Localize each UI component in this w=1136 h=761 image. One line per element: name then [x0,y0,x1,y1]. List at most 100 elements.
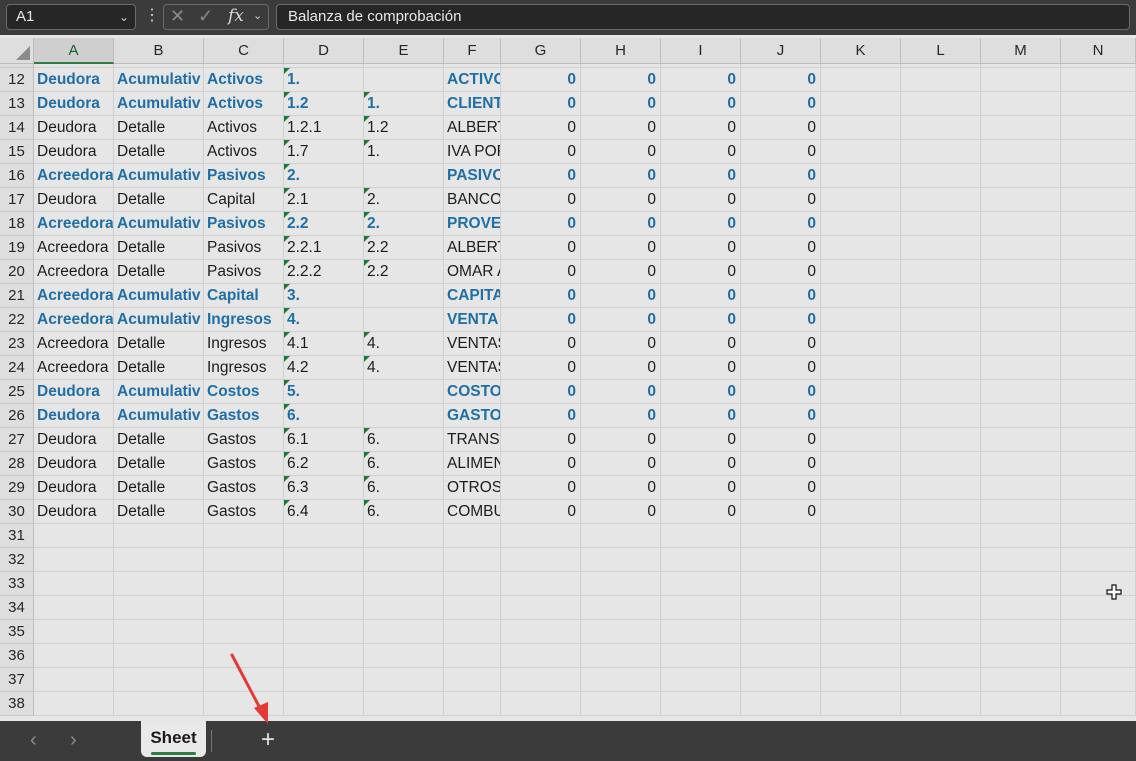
cell-g27[interactable]: 0 [501,428,581,452]
cell-e15[interactable]: 1. [364,140,444,164]
cell-k15[interactable] [821,140,901,164]
cell-n28[interactable] [1061,452,1136,476]
cell-d36[interactable] [284,644,364,668]
cell-k18[interactable] [821,212,901,236]
cell-f34[interactable] [444,596,501,620]
chevron-right-icon[interactable]: › [70,729,77,752]
cell-d21[interactable]: 3. [284,284,364,308]
cell-a30[interactable]: Deudora [34,500,114,524]
cell-f31[interactable] [444,524,501,548]
cell-e35[interactable] [364,620,444,644]
cell-h24[interactable]: 0 [581,356,661,380]
cell-d27[interactable]: 6.1 [284,428,364,452]
cell-n25[interactable] [1061,380,1136,404]
cell-k37[interactable] [821,668,901,692]
cell-f32[interactable] [444,548,501,572]
cell-g34[interactable] [501,596,581,620]
cell-j23[interactable]: 0 [741,332,821,356]
cell-a15[interactable]: Deudora [34,140,114,164]
cell-l14[interactable] [901,116,981,140]
cell-c33[interactable] [204,572,284,596]
cell-b12[interactable]: Acumulativ [114,68,204,92]
cell-l32[interactable] [901,548,981,572]
cell-m21[interactable] [981,284,1061,308]
cell-b24[interactable]: Detalle [114,356,204,380]
cell-a13[interactable]: Deudora [34,92,114,116]
cell-j15[interactable]: 0 [741,140,821,164]
cell-h20[interactable]: 0 [581,260,661,284]
cell-d17[interactable]: 2.1 [284,188,364,212]
row-header[interactable]: 30 [0,500,34,524]
cell-c21[interactable]: Capital [204,284,284,308]
cell-e30[interactable]: 6. [364,500,444,524]
cell-j16[interactable]: 0 [741,164,821,188]
cell-c14[interactable]: Activos [204,116,284,140]
cell-j24[interactable]: 0 [741,356,821,380]
cell-h25[interactable]: 0 [581,380,661,404]
cell-h13[interactable]: 0 [581,92,661,116]
cell-e19[interactable]: 2.2 [364,236,444,260]
cell-i26[interactable]: 0 [661,404,741,428]
cell-c38[interactable] [204,692,284,716]
cell-n18[interactable] [1061,212,1136,236]
cell-b23[interactable]: Detalle [114,332,204,356]
row-header[interactable]: 23 [0,332,34,356]
cell-g33[interactable] [501,572,581,596]
cell-g22[interactable]: 0 [501,308,581,332]
cell-i19[interactable]: 0 [661,236,741,260]
cell-n32[interactable] [1061,548,1136,572]
cell-b32[interactable] [114,548,204,572]
cell-i14[interactable]: 0 [661,116,741,140]
cell-e20[interactable]: 2.2 [364,260,444,284]
cell-a20[interactable]: Acreedora [34,260,114,284]
cell-i25[interactable]: 0 [661,380,741,404]
cell-b28[interactable]: Detalle [114,452,204,476]
cell-d16[interactable]: 2. [284,164,364,188]
cell-j31[interactable] [741,524,821,548]
cell-i17[interactable]: 0 [661,188,741,212]
cell-k33[interactable] [821,572,901,596]
cell-g20[interactable]: 0 [501,260,581,284]
cell-k23[interactable] [821,332,901,356]
cell-f12[interactable]: ACTIVO [444,68,501,92]
cell-g13[interactable]: 0 [501,92,581,116]
column-header-i[interactable]: I [661,38,741,64]
cell-l37[interactable] [901,668,981,692]
cell-c18[interactable]: Pasivos [204,212,284,236]
cell-g36[interactable] [501,644,581,668]
cell-e21[interactable] [364,284,444,308]
cell-e16[interactable] [364,164,444,188]
cell-l36[interactable] [901,644,981,668]
cell-b22[interactable]: Acumulativ [114,308,204,332]
cell-m30[interactable] [981,500,1061,524]
cell-k19[interactable] [821,236,901,260]
cell-j25[interactable]: 0 [741,380,821,404]
cell-n16[interactable] [1061,164,1136,188]
cell-e13[interactable]: 1. [364,92,444,116]
cell-e33[interactable] [364,572,444,596]
cell-n12[interactable] [1061,68,1136,92]
cell-n37[interactable] [1061,668,1136,692]
column-header-a[interactable]: A [34,38,114,64]
cell-h37[interactable] [581,668,661,692]
cell-h23[interactable]: 0 [581,332,661,356]
cell-f29[interactable]: OTROS [444,476,501,500]
more-options-icon[interactable]: ⋮ [144,7,160,25]
cell-l16[interactable] [901,164,981,188]
cell-h33[interactable] [581,572,661,596]
cell-h31[interactable] [581,524,661,548]
column-header-e[interactable]: E [364,38,444,64]
cell-i31[interactable] [661,524,741,548]
cell-c24[interactable]: Ingresos [204,356,284,380]
cell-c16[interactable]: Pasivos [204,164,284,188]
cell-n31[interactable] [1061,524,1136,548]
cell-i32[interactable] [661,548,741,572]
cell-e37[interactable] [364,668,444,692]
cell-g18[interactable]: 0 [501,212,581,236]
cell-b30[interactable]: Detalle [114,500,204,524]
cell-a28[interactable]: Deudora [34,452,114,476]
row-header[interactable]: 14 [0,116,34,140]
row-header[interactable]: 36 [0,644,34,668]
cell-c15[interactable]: Activos [204,140,284,164]
cell-k25[interactable] [821,380,901,404]
